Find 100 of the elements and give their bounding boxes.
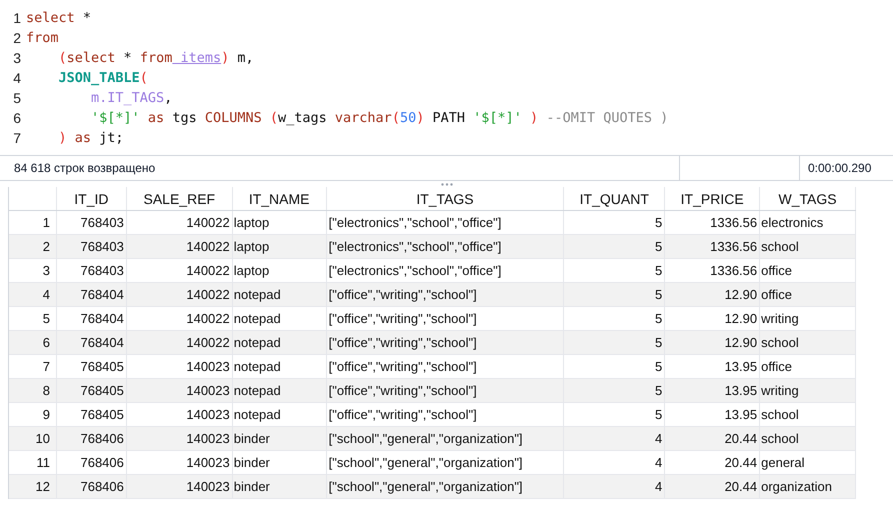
- table-cell: 140023: [126, 475, 233, 498]
- table-cell: 5: [564, 331, 666, 354]
- row-number: 6: [9, 331, 57, 354]
- column-header[interactable]: IT_PRICE: [665, 187, 760, 210]
- table-cell: ["office","writing","school"]: [326, 403, 564, 426]
- row-number: 5: [9, 307, 57, 330]
- elapsed-time-text: 0:00:00.290: [807, 160, 872, 177]
- table-cell: 5: [564, 403, 666, 426]
- table-cell: writing: [760, 307, 856, 330]
- table-cell: laptop: [232, 259, 327, 282]
- table-cell: 20.44: [665, 451, 760, 474]
- line-number: 1: [12, 9, 22, 28]
- table-cell: laptop: [232, 235, 327, 258]
- table-cell: 5: [564, 235, 666, 258]
- table-cell: laptop: [232, 211, 327, 234]
- table-cell: electronics: [760, 211, 856, 234]
- table-cell: ["office","writing","school"]: [326, 355, 564, 378]
- table-cell: 140023: [126, 379, 233, 402]
- table-cell: 768403: [56, 235, 127, 258]
- table-cell: ["office","writing","school"]: [326, 283, 564, 306]
- table-cell: 5: [564, 283, 666, 306]
- line-number: 6: [12, 109, 22, 128]
- column-header[interactable]: W_TAGS: [760, 187, 856, 210]
- table-cell: 140022: [126, 283, 233, 306]
- table-cell: notepad: [232, 307, 327, 330]
- row-number: 9: [9, 403, 57, 426]
- code-line: '$[*]' as tgs COLUMNS (w_tags varchar(50) PATH '$[*]' ) --OMIT QUOTES ): [90, 109, 668, 128]
- table-cell: binder: [232, 475, 327, 498]
- table-cell: ["office","writing","school"]: [326, 379, 564, 402]
- row-number: 1: [9, 211, 57, 234]
- table-cell: organization: [760, 475, 856, 498]
- table-cell: 768406: [56, 451, 127, 474]
- row-number: 8: [9, 379, 57, 402]
- table-cell: ["office","writing","school"]: [326, 331, 564, 354]
- table-cell: 13.95: [665, 355, 760, 378]
- table-cell: ["electronics","school","office"]: [326, 211, 564, 234]
- table-cell: office: [760, 355, 856, 378]
- column-header[interactable]: IT_NAME: [232, 187, 327, 210]
- table-cell: 768406: [56, 427, 127, 450]
- row-number: 11: [9, 451, 57, 474]
- table-cell: writing: [760, 379, 856, 402]
- line-number: 3: [12, 49, 22, 68]
- table-cell: 140022: [126, 331, 233, 354]
- table-cell: ["electronics","school","office"]: [326, 259, 564, 282]
- table-cell: notepad: [232, 283, 327, 306]
- table-cell: 12.90: [665, 307, 760, 330]
- table-cell: 5: [564, 307, 666, 330]
- table-cell: 1336.56: [665, 235, 760, 258]
- table-cell: 768405: [56, 355, 127, 378]
- table-cell: 13.95: [665, 379, 760, 402]
- table-cell: 768404: [56, 283, 127, 306]
- table-cell: ["school","general","organization"]: [326, 451, 564, 474]
- code-line: JSON_TABLE(: [58, 69, 148, 88]
- table-cell: 12.90: [665, 283, 760, 306]
- table-cell: 768403: [56, 259, 127, 282]
- table-cell: binder: [232, 451, 327, 474]
- table-cell: 4: [564, 427, 666, 450]
- table-cell: 12.90: [665, 331, 760, 354]
- table-cell: 140023: [126, 427, 233, 450]
- table-cell: 140023: [126, 403, 233, 426]
- table-cell: notepad: [232, 403, 327, 426]
- table-cell: office: [760, 259, 856, 282]
- row-number: 2: [9, 235, 57, 258]
- table-cell: 1336.56: [665, 211, 760, 234]
- table-cell: 140023: [126, 355, 233, 378]
- table-cell: 140022: [126, 211, 233, 234]
- table-cell: 5: [564, 259, 666, 282]
- table-cell: ["office","writing","school"]: [326, 307, 564, 330]
- code-line: ) as jt;: [58, 129, 124, 148]
- table-cell: 140023: [126, 451, 233, 474]
- table-cell: 768404: [56, 307, 127, 330]
- table-cell: 5: [564, 355, 666, 378]
- table-cell: 768404: [56, 331, 127, 354]
- row-number: 3: [9, 259, 57, 282]
- table-cell: school: [760, 235, 856, 258]
- line-number: 7: [12, 129, 22, 148]
- table-cell: 20.44: [665, 475, 760, 498]
- table-cell: 768405: [56, 403, 127, 426]
- table-cell: 20.44: [665, 427, 760, 450]
- column-header[interactable]: IT_TAGS: [326, 187, 564, 210]
- table-cell: ["electronics","school","office"]: [326, 235, 564, 258]
- code-line: from: [26, 29, 59, 48]
- code-line: (select * from items) m,: [58, 49, 254, 68]
- table-cell: school: [760, 403, 856, 426]
- table-cell: 13.95: [665, 403, 760, 426]
- table-cell: 5: [564, 379, 666, 402]
- table-cell: general: [760, 451, 856, 474]
- column-header[interactable]: IT_QUANT: [564, 187, 666, 210]
- splitter-handle-icon[interactable]: [440, 182, 452, 186]
- column-header[interactable]: IT_ID: [56, 187, 127, 210]
- table-cell: ["school","general","organization"]: [326, 475, 564, 498]
- table-cell: 140022: [126, 259, 233, 282]
- table-cell: binder: [232, 427, 327, 450]
- column-header[interactable]: SALE_REF: [126, 187, 233, 210]
- code-line: select *: [26, 9, 92, 28]
- table-cell: notepad: [232, 355, 327, 378]
- row-number: 10: [9, 427, 57, 450]
- line-number: 4: [12, 69, 22, 88]
- table-cell: school: [760, 331, 856, 354]
- table-cell: 1336.56: [665, 259, 760, 282]
